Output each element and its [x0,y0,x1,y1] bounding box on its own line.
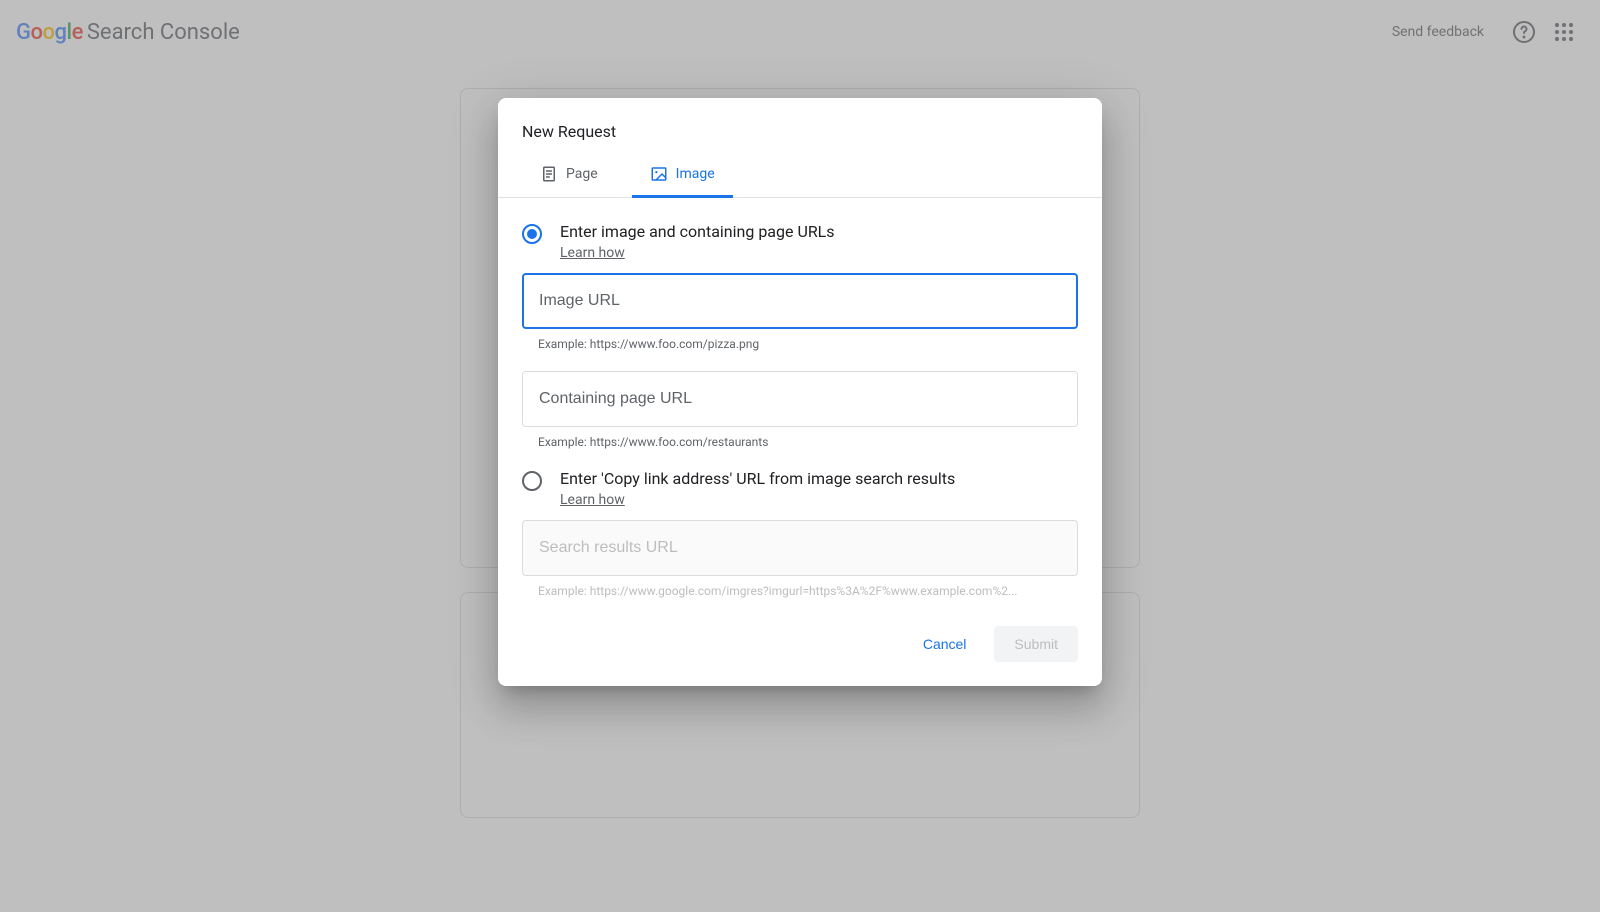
containing-page-url-input[interactable] [522,371,1078,427]
new-request-modal: New Request Page Image Enter image and c… [498,98,1102,686]
search-results-url-input [522,520,1078,576]
page-icon [540,165,558,183]
tab-page[interactable]: Page [522,153,616,198]
learn-how-link[interactable]: Learn how [560,245,625,261]
tab-image-label: Image [676,166,715,182]
tab-image[interactable]: Image [632,153,733,198]
image-icon [650,165,668,183]
cancel-button[interactable]: Cancel [903,626,987,662]
modal-tabs: Page Image [498,153,1102,198]
submit-button[interactable]: Submit [994,626,1078,662]
radio-search-results-url[interactable] [522,471,542,491]
radio-label: Enter image and containing page URLs [560,222,835,241]
radio-label: Enter 'Copy link address' URL from image… [560,469,955,488]
containing-page-url-example: Example: https://www.foo.com/restaurants [538,435,1078,449]
radio-image-page-urls[interactable] [522,224,542,244]
learn-how-link[interactable]: Learn how [560,492,625,508]
modal-body: Enter image and containing page URLs Lea… [498,198,1102,626]
tab-page-label: Page [566,166,598,182]
image-url-input[interactable] [522,273,1078,329]
modal-overlay[interactable]: New Request Page Image Enter image and c… [0,0,1600,912]
modal-header: New Request [498,98,1102,153]
search-results-url-example: Example: https://www.google.com/imgres?i… [538,584,1078,598]
modal-footer: Cancel Submit [498,626,1102,686]
option-search-results-url: Enter 'Copy link address' URL from image… [522,469,1078,508]
modal-title: New Request [522,122,1078,141]
option-image-page-urls: Enter image and containing page URLs Lea… [522,222,1078,261]
image-url-example: Example: https://www.foo.com/pizza.png [538,337,1078,351]
